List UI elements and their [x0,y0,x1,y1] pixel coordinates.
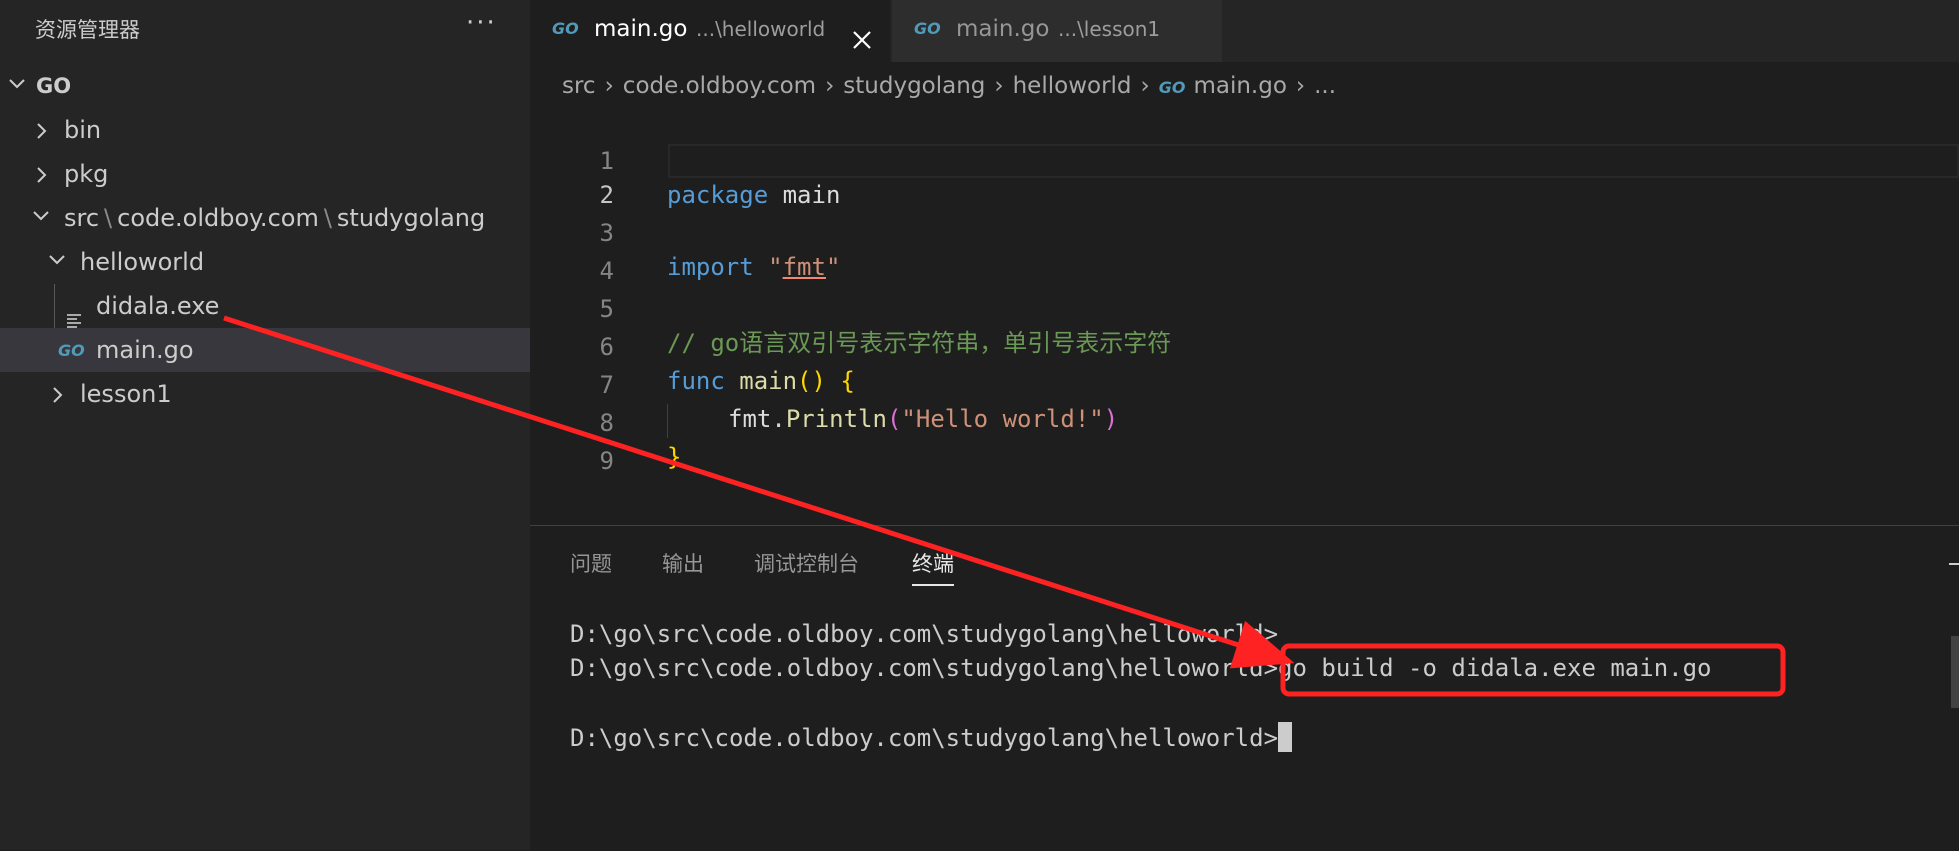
code-line: 4 [530,220,1959,285]
tab-output[interactable]: 输出 [662,548,704,578]
chevron-right-icon: › [1295,73,1306,99]
tab-main-go-lesson1[interactable]: GO main.go ...\lesson1 [892,0,1222,62]
code-line: 3 import "fmt" [530,182,1959,281]
tree-item-label: bin [64,116,102,144]
path-separator: \ [104,204,113,232]
breadcrumb-item[interactable]: code.oldboy.com [623,73,816,99]
terminal-scrollbar[interactable] [1951,636,1959,708]
breadcrumb-item[interactable]: src [562,73,596,99]
tree-item-src-compact[interactable]: src \ code.oldboy.com \ studygolang [0,196,530,240]
code-line: 9 [530,410,1959,475]
terminal-line: D:\go\src\code.oldboy.com\studygolang\he… [570,620,1279,648]
chevron-right-icon [36,152,54,196]
path-segment[interactable]: studygolang [337,204,485,232]
chevron-down-icon [32,196,50,240]
path-segment[interactable]: src [64,204,99,232]
chevron-right-icon [36,108,54,152]
tree-item-main-go[interactable]: GO main.go [0,328,530,372]
tab-terminal[interactable]: 终端 [912,548,954,586]
tab-description: ...\helloworld [696,17,826,41]
chevron-right-icon: › [1140,73,1150,99]
breadcrumb: src › code.oldboy.com › studygolang › hellowor… [562,66,1336,106]
go-file-icon: GO [552,19,579,38]
breadcrumb-ellipsis[interactable]: ... [1314,73,1336,99]
panel-action-icon[interactable] [1949,563,1959,565]
explorer-title: 资源管理器 [35,18,140,42]
code-line: 5 // go语言双引号表示字符串，单引号表示字符 [530,258,1959,357]
chevron-right-icon: › [994,73,1004,99]
go-file-icon: GO [58,341,85,360]
close-icon[interactable] [850,16,874,49]
text-file-icon [66,299,82,328]
bottom-panel: 问题 输出 调试控制台 终端 D:\go\src\code.oldboy.com… [530,525,1959,851]
tree-item-label: lesson1 [80,380,172,408]
terminal-line: D:\go\src\code.oldboy.com\studygolang\he… [570,654,1712,682]
tree-item-label: didala.exe [96,292,220,320]
tree-root-label: GO [36,74,72,98]
terminal-command: go build -o didala.exe main.go [1278,654,1712,682]
chevron-down-icon [48,240,66,284]
go-file-icon: GO [1158,78,1186,97]
tree-item-pkg[interactable]: pkg [0,152,530,196]
tree-item-helloworld[interactable]: helloworld [0,240,530,284]
tree-item-label: helloworld [80,248,205,276]
chevron-down-icon [8,64,26,108]
breadcrumb-item[interactable]: studygolang [843,73,985,99]
line-number: 9 [599,447,614,475]
path-separator: \ [323,204,332,232]
code-line: 7 fmt.Println("Hello world!") [530,334,1959,433]
tree-root-go[interactable]: GO [0,64,530,108]
code-line: 2 [530,144,1959,209]
path-segment[interactable]: code.oldboy.com [117,204,319,232]
chevron-right-icon [52,372,70,416]
tree-item-lesson1[interactable]: lesson1 [0,372,530,416]
tab-debug-console[interactable]: 调试控制台 [754,548,859,578]
tab-label: main.go [594,16,688,42]
code-line: 6 func main() { [530,296,1959,395]
code-line: 8 } [530,372,1959,471]
tab-problems[interactable]: 问题 [570,548,612,578]
breadcrumb-file[interactable]: main.go [1193,73,1286,99]
tree-item-bin[interactable]: bin [0,108,530,152]
code-editor[interactable]: 1 package main 2 3 import "fmt" 4 5 // g… [530,110,1959,520]
editor-tab-bar: GO main.go ...\helloworld GO main.go ...… [530,0,1959,62]
chevron-right-icon: › [604,73,614,99]
terminal-cursor [1278,722,1293,752]
tree-item-didala-exe[interactable]: didala.exe [0,284,530,328]
tab-label: main.go [956,16,1050,42]
explorer-sidebar: 资源管理器 ··· GO bin pkg src \ code.oldboy.com… [0,0,530,850]
tree-item-label: src \ code.oldboy.com \ studygolang [64,196,485,240]
more-actions-icon[interactable]: ··· [466,8,497,38]
terminal-line: D:\go\src\code.oldboy.com\studygolang\he… [570,722,1293,752]
code-line: 1 package main [530,110,1959,209]
breadcrumb-item[interactable]: helloworld [1013,73,1132,99]
chevron-right-icon: › [825,73,835,99]
tab-main-go-helloworld[interactable]: GO main.go ...\helloworld [530,0,890,62]
tree-item-label: pkg [64,160,109,188]
tree-item-label: main.go [96,336,194,364]
explorer-header: 资源管理器 ··· [0,0,530,58]
tab-description: ...\lesson1 [1058,17,1161,41]
go-file-icon: GO [914,19,941,38]
